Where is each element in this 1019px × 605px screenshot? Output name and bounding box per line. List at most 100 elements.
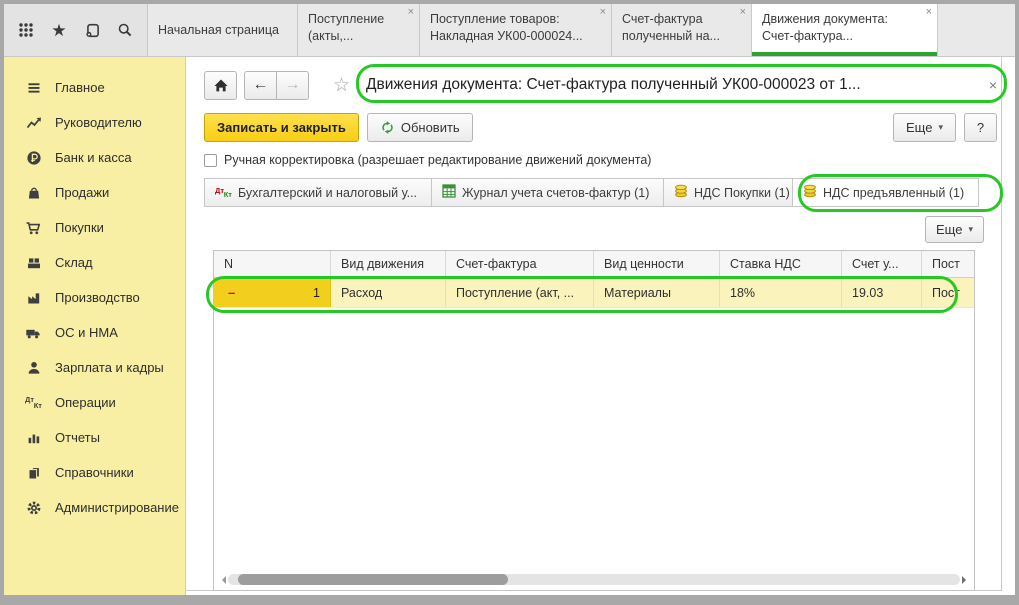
tab-label: Счет-фактура полученный на... [622, 12, 720, 43]
sidebar-item-otchety[interactable]: Отчеты [4, 420, 185, 455]
scroll-right-arrow[interactable] [962, 576, 970, 584]
tab-label: Начальная страница [158, 22, 279, 39]
sidebar-item-label: Зарплата и кадры [55, 360, 164, 375]
sidebar-item-zarplata-i-kadry[interactable]: Зарплата и кадры [4, 350, 185, 385]
cell-schet-ucheta: 19.03 [842, 278, 922, 307]
favorites-star-icon[interactable]: ★ [50, 21, 68, 39]
register-tabs: ДтКт Бухгалтерский и налоговый у... Журн… [204, 178, 979, 207]
save-and-close-button[interactable]: Записать и закрыть [204, 113, 359, 142]
tab-postuplenie-tovarov[interactable]: Поступление товаров: Накладная УК00-0000… [420, 4, 612, 56]
column-header-schet-ucheta[interactable]: Счет у... [842, 251, 922, 277]
sidebar-item-label: Покупки [55, 220, 104, 235]
dtkt-icon: ДтКт [25, 395, 42, 411]
menu-icon [25, 80, 42, 96]
sidebar-item-os-i-nma[interactable]: ОС и НМА [4, 315, 185, 350]
section-sidebar: Главное Руководителю Банк и касса Продаж… [4, 57, 186, 595]
movements-table: N Вид движения Счет-фактура Вид ценности… [213, 250, 975, 591]
table-row[interactable]: – 1 Расход Поступление (акт, ... Материа… [214, 278, 974, 308]
back-button[interactable]: ← [244, 71, 277, 100]
sidebar-item-pokupki[interactable]: Покупки [4, 210, 185, 245]
more-button[interactable]: Еще ▾ [893, 113, 956, 142]
tab-accounting-register[interactable]: ДтКт Бухгалтерский и налоговый у... [204, 178, 432, 207]
sidebar-item-glavnoe[interactable]: Главное [4, 70, 185, 105]
bar-chart-icon [25, 430, 42, 446]
shopping-bag-icon [25, 185, 42, 201]
shopping-cart-icon [25, 220, 42, 236]
column-header-n[interactable]: N [214, 251, 331, 277]
close-icon[interactable]: × [600, 7, 606, 18]
sidebar-item-operacii[interactable]: ДтКт Операции [4, 385, 185, 420]
refresh-icon [380, 120, 395, 135]
sidebar-item-sklad[interactable]: Склад [4, 245, 185, 280]
manual-adjustment-label: Ручная корректировка (разрешает редактир… [224, 153, 651, 167]
person-icon [25, 360, 42, 376]
tab-vat-purchases[interactable]: НДС Покупки (1) [663, 178, 793, 207]
apps-grid-icon[interactable] [17, 21, 35, 39]
tab-home[interactable]: Начальная страница [148, 4, 298, 56]
column-header-stavka-nds[interactable]: Ставка НДС [720, 251, 842, 277]
gear-icon [25, 500, 42, 516]
form-toolbar: Записать и закрыть Обновить Еще ▾ ? [204, 113, 997, 142]
column-header-vid-dvizheniya[interactable]: Вид движения [331, 251, 446, 277]
forward-arrow-icon: → [285, 76, 301, 94]
help-button[interactable]: ? [964, 113, 997, 142]
document-form: ← → ☆ Движения документа: Счет-фактура п… [186, 57, 1015, 595]
sidebar-item-label: Главное [55, 80, 105, 95]
scrollbar-thumb[interactable] [238, 574, 508, 585]
sidebar-item-bank-i-kassa[interactable]: Банк и касса [4, 140, 185, 175]
chevron-down-icon: ▾ [938, 122, 943, 133]
tab-label: НДС Покупки (1) [694, 186, 790, 200]
books-icon [25, 465, 42, 481]
manual-adjustment-row: Ручная корректировка (разрешает редактир… [204, 153, 651, 167]
scroll-left-arrow[interactable] [218, 576, 226, 584]
cell-stavka-nds: 18% [720, 278, 842, 307]
back-arrow-icon: ← [253, 76, 269, 94]
sidebar-item-label: Продажи [55, 185, 109, 200]
sidebar-item-label: ОС и НМА [55, 325, 118, 340]
factory-icon [25, 290, 42, 306]
tab-label: Движения документа: Счет-фактура... [762, 12, 888, 43]
close-icon[interactable]: × [740, 7, 746, 18]
sidebar-item-proizvodstvo[interactable]: Производство [4, 280, 185, 315]
tab-vat-presented[interactable]: НДС предъявленный (1) [792, 178, 979, 207]
sidebar-item-label: Банк и касса [55, 150, 132, 165]
tab-label: Бухгалтерский и налоговый у... [238, 186, 417, 200]
tab-label: Журнал учета счетов-фактур (1) [462, 186, 649, 200]
favorite-star-outline-icon[interactable]: ☆ [333, 74, 350, 97]
trend-chart-icon [25, 115, 42, 131]
manual-adjustment-checkbox[interactable] [204, 154, 217, 167]
quick-access-panel: ★ [4, 4, 148, 56]
scrollbar-track[interactable] [228, 574, 960, 585]
cell-schet-faktura: Поступление (акт, ... [446, 278, 594, 307]
grid-more-button[interactable]: Еще ▾ [925, 216, 984, 243]
close-icon[interactable]: × [926, 7, 932, 18]
chevron-down-icon: ▾ [968, 224, 973, 235]
sidebar-item-spravochniki[interactable]: Справочники [4, 455, 185, 490]
coins-icon [674, 184, 688, 201]
history-nav: ← → [244, 71, 309, 100]
refresh-label: Обновить [401, 120, 460, 135]
close-form-icon[interactable]: × [983, 77, 997, 93]
tab-dvizheniya-dokumenta[interactable]: Движения документа: Счет-фактура... × [752, 4, 938, 56]
tab-label: Поступление (акты,... [308, 12, 384, 43]
sidebar-item-label: Справочники [55, 465, 134, 480]
sidebar-item-label: Склад [55, 255, 93, 270]
column-header-postavshchik[interactable]: Пост [922, 251, 974, 277]
tab-postuplenie-akty[interactable]: Поступление (акты,... × [298, 4, 420, 56]
sidebar-item-administrirovanie[interactable]: Администрирование [4, 490, 185, 525]
search-icon[interactable] [116, 21, 134, 39]
tab-label: Поступление товаров: Накладная УК00-0000… [430, 12, 583, 43]
refresh-button[interactable]: Обновить [367, 113, 473, 142]
history-scroll-icon[interactable] [83, 21, 101, 39]
column-header-schet-faktura[interactable]: Счет-фактура [446, 251, 594, 277]
cell-vid-dvizheniya: Расход [331, 278, 446, 307]
forward-button[interactable]: → [276, 71, 309, 100]
expense-minus-icon: – [228, 285, 235, 300]
sidebar-item-rukovoditelyu[interactable]: Руководителю [4, 105, 185, 140]
close-icon[interactable]: × [408, 7, 414, 18]
tab-invoice-journal[interactable]: Журнал учета счетов-фактур (1) [431, 178, 664, 207]
home-button[interactable] [204, 71, 237, 100]
tab-schet-faktura[interactable]: Счет-фактура полученный на... × [612, 4, 752, 56]
sidebar-item-prodazhi[interactable]: Продажи [4, 175, 185, 210]
column-header-vid-cennosti[interactable]: Вид ценности [594, 251, 720, 277]
